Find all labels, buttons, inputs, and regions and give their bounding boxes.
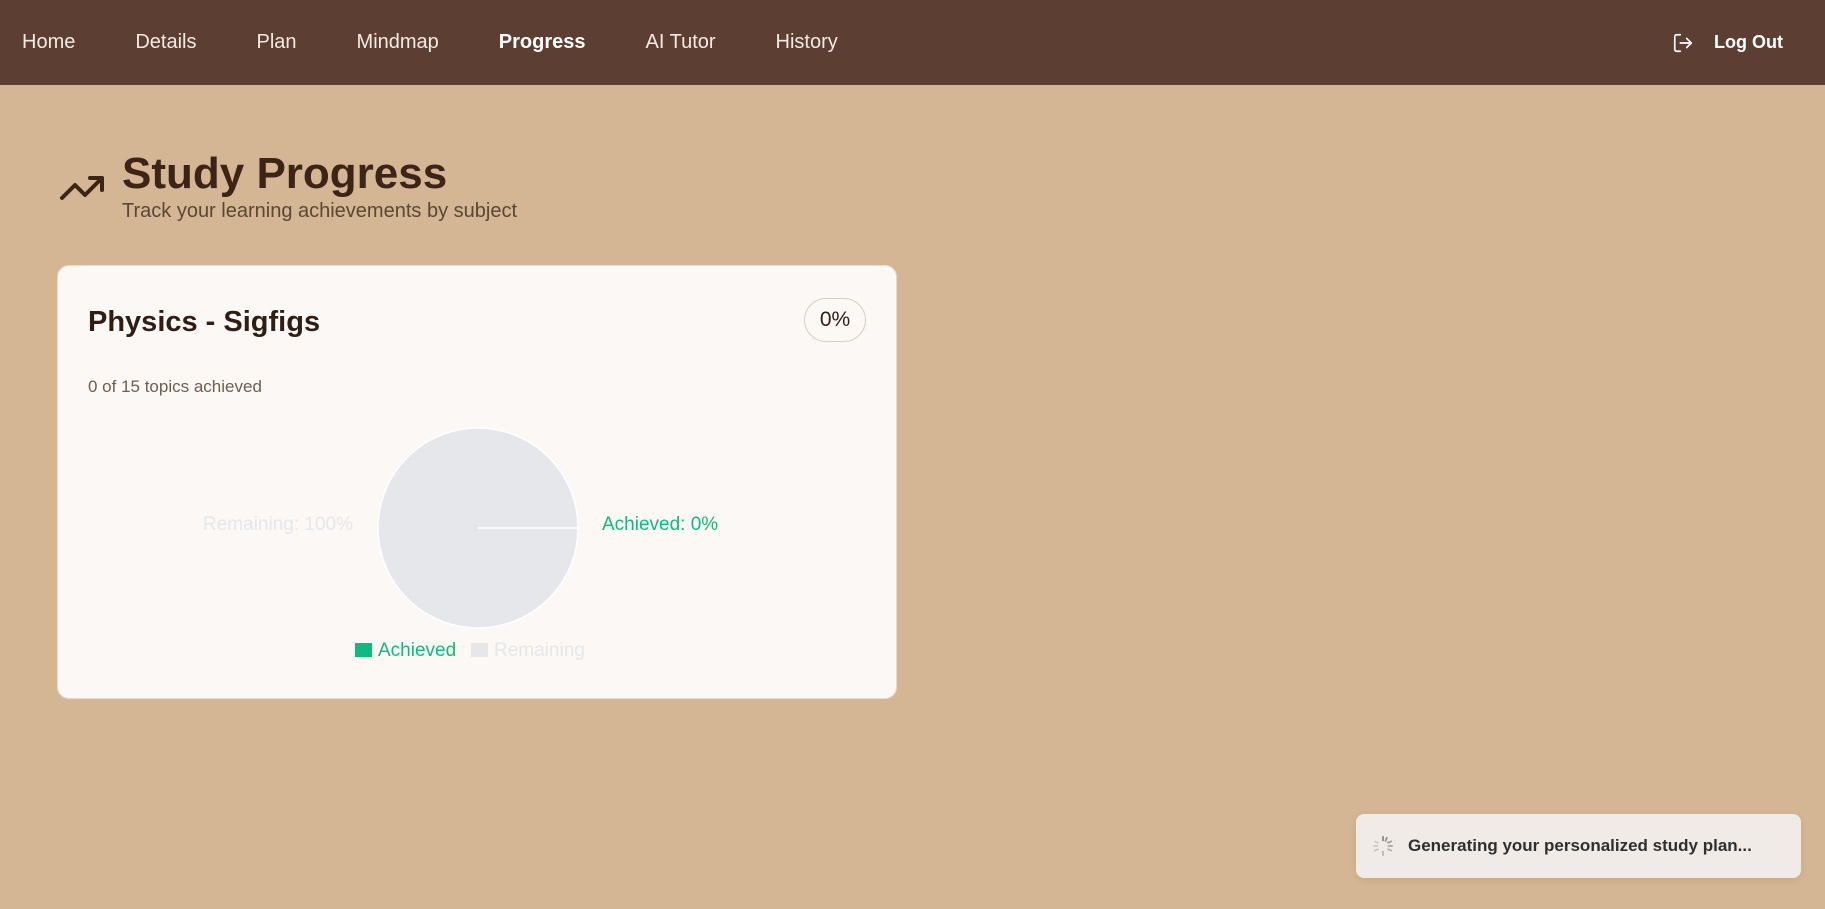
legend-swatch-remaining (471, 643, 488, 657)
toast-message: Generating your personalized study plan.… (1408, 836, 1752, 855)
slice-label-achieved: Achieved: 0% (602, 514, 718, 535)
logout-icon (1673, 33, 1693, 52)
logout-label: Log Out (1714, 32, 1783, 52)
nav-mindmap[interactable]: Mindmap (357, 0, 439, 85)
nav-home[interactable]: Home (22, 0, 75, 85)
status-toast: Generating your personalized study plan.… (1356, 814, 1801, 878)
nav-details[interactable]: Details (135, 0, 196, 85)
nav-history[interactable]: History (776, 0, 838, 85)
progress-pie-chart: Achieved: 0% Remaining: 100% Achieved Re… (203, 427, 718, 661)
nav-ai-tutor[interactable]: AI Tutor (646, 0, 716, 85)
logout-button[interactable]: Log Out (1672, 0, 1783, 85)
slice-label-remaining: Remaining: 100% (203, 514, 353, 535)
page-subtitle: Track your learning achievements by subj… (122, 200, 517, 222)
legend-label-remaining: Remaining (494, 640, 585, 661)
legend-swatch-achieved (355, 643, 372, 657)
header-text: Study Progress Track your learning achie… (122, 148, 517, 223)
page-header: Study Progress Track your learning achie… (58, 148, 517, 223)
trending-up-icon (60, 176, 104, 200)
page-title: Study Progress (122, 149, 448, 198)
nav-progress[interactable]: Progress (499, 0, 586, 85)
top-navbar: Home Details Plan Mindmap Progress AI Tu… (0, 0, 1825, 85)
nav-links: Home Details Plan Mindmap Progress AI Tu… (0, 0, 898, 85)
subject-card: Physics - Sigfigs 0% 0 of 15 topics achi… (57, 265, 897, 699)
spinner-icon (1372, 835, 1394, 857)
legend-label-achieved: Achieved (378, 640, 456, 661)
nav-plan[interactable]: Plan (257, 0, 297, 85)
